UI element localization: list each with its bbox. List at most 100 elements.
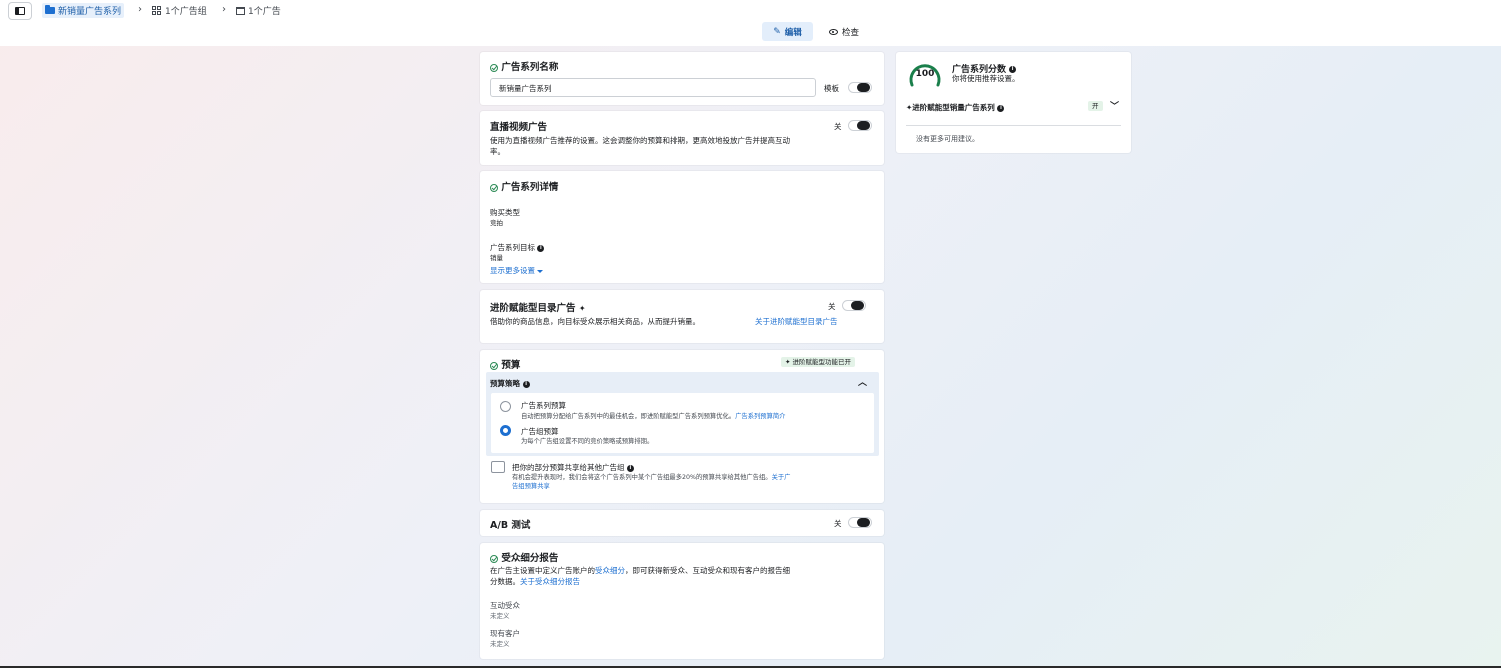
eye-icon bbox=[828, 28, 838, 35]
check-circle-icon bbox=[490, 63, 498, 72]
budget-card: 预算 ✦ 进阶赋能型功能已开 预算策略 i ︿ 广告系列预算 自动把预算分配给广… bbox=[480, 350, 884, 503]
audience-segment-heading: 受众细分报告 bbox=[490, 550, 558, 564]
advantage-catalog-heading: 进阶赋能型目录广告 ✦ bbox=[490, 300, 586, 314]
top-bar: 新销量广告系列 › 1个广告组 › 1个广告 ✎ 编辑 检查 bbox=[0, 0, 1501, 46]
share-budget-title: 把你的部分预算共享给其他广告组 bbox=[512, 463, 625, 472]
sidebar-toggle-button[interactable] bbox=[8, 2, 32, 20]
no-more-suggestions: 没有更多可用建议。 bbox=[916, 135, 979, 143]
live-video-description-line2: 率。 bbox=[490, 147, 505, 156]
template-toggle[interactable] bbox=[848, 82, 872, 93]
campaign-details-heading: 广告系列详情 bbox=[490, 179, 558, 193]
campaign-name-title: 广告系列名称 bbox=[501, 62, 559, 73]
chevron-right-icon: › bbox=[138, 4, 142, 15]
advantage-catalog-title: 进阶赋能型目录广告 bbox=[490, 303, 576, 314]
share-budget-checkbox[interactable] bbox=[491, 461, 505, 473]
campaign-budget-radio[interactable] bbox=[500, 401, 511, 412]
campaign-score-card: 100 广告系列分数 i 你将使用推荐设置。 ✦进阶赋能型销量广告系列 i 开 … bbox=[896, 52, 1131, 153]
share-budget-link-part2[interactable]: 告组预算共享 bbox=[512, 481, 550, 490]
score-subtitle: 你将使用推荐设置。 bbox=[952, 74, 1020, 83]
breadcrumb-adsets[interactable]: 1个广告组 bbox=[152, 3, 207, 18]
advantage-catalog-link[interactable]: 关于进阶赋能型目录广告 bbox=[755, 316, 838, 327]
breadcrumb-ads[interactable]: 1个广告 bbox=[236, 3, 281, 18]
share-budget-description: 有机会提升表现时，我们会将这个广告系列中某个广告组最多20%的预算共享给其他广告… bbox=[512, 472, 790, 481]
live-video-card: 直播视频广告 关 使用为直播视频广告推荐的设置。这会调整你的预算和排期，更高效地… bbox=[480, 111, 884, 165]
info-icon: i bbox=[997, 104, 1005, 112]
pencil-icon: ✎ bbox=[773, 26, 781, 37]
ab-test-card: A/B 测试 关 bbox=[480, 510, 884, 536]
existing-customers-value: 未定义 bbox=[490, 640, 510, 648]
budget-strategy-label: 预算策略 bbox=[490, 379, 520, 388]
ab-test-title: A/B 测试 bbox=[490, 520, 531, 531]
sparkle-icon: ✦ bbox=[578, 304, 586, 313]
share-budget-link-part1[interactable]: 关于广 bbox=[772, 474, 791, 481]
review-mode-label: 检查 bbox=[841, 27, 859, 38]
budget-strategy-panel: 预算策略 i ︿ 广告系列预算 自动把预算分配给广告系列中的最佳机会，即进阶赋能… bbox=[486, 372, 879, 456]
campaign-budget-title: 广告系列预算 bbox=[521, 401, 566, 410]
audience-desc-text-1a: 在广告主设置中定义广告账户的 bbox=[490, 566, 595, 575]
adset-budget-radio[interactable] bbox=[500, 425, 511, 436]
budget-strategy-heading: 预算策略 i bbox=[490, 378, 530, 389]
buy-type-value: 竞拍 bbox=[490, 219, 503, 227]
edit-mode-button[interactable]: ✎ 编辑 bbox=[762, 22, 813, 41]
campaign-name-value: 新销量广告系列 bbox=[499, 84, 552, 93]
info-icon: i bbox=[626, 464, 634, 472]
campaign-details-title: 广告系列详情 bbox=[501, 182, 559, 193]
audience-segment-title: 受众细分报告 bbox=[501, 553, 559, 564]
chevron-right-icon: › bbox=[222, 4, 226, 15]
info-icon: i bbox=[1009, 66, 1017, 73]
advantage-status-badge: 开 bbox=[1088, 101, 1103, 111]
campaign-name-heading: 广告系列名称 bbox=[490, 59, 558, 73]
live-video-description-line1: 使用为直播视频广告推荐的设置。这会调整你的预算和排期，更高效地投放广告并提高互动 bbox=[490, 136, 790, 145]
budget-title: 预算 bbox=[501, 360, 521, 371]
live-video-toggle[interactable] bbox=[848, 120, 872, 131]
audience-description-line2: 分数据。关于受众细分报告 bbox=[490, 576, 580, 587]
advantage-catalog-description: 借助你的商品信息，向目标受众展示相关商品，从而提升销量。 bbox=[490, 317, 700, 326]
campaign-budget-desc-text: 自动把预算分配给广告系列中的最佳机会，即进阶赋能型广告系列预算优化。 bbox=[521, 413, 736, 420]
budget-heading: 预算 bbox=[490, 357, 520, 371]
chevron-down-icon[interactable]: ﹀ bbox=[1110, 99, 1119, 112]
budget-options: 广告系列预算 自动把预算分配给广告系列中的最佳机会，即进阶赋能型广告系列预算优化… bbox=[491, 393, 874, 453]
edit-mode-label: 编辑 bbox=[784, 27, 802, 38]
advantage-sales-row[interactable]: ✦进阶赋能型销量广告系列 i bbox=[906, 102, 1005, 113]
check-circle-icon bbox=[490, 554, 498, 563]
breadcrumb-campaign-label: 新销量广告系列 bbox=[58, 7, 122, 17]
ab-test-toggle-label: 关 bbox=[834, 519, 842, 528]
info-icon: i bbox=[537, 244, 545, 252]
audience-report-link[interactable]: 关于受众细分报告 bbox=[520, 577, 580, 586]
campaign-name-input[interactable]: 新销量广告系列 bbox=[490, 78, 816, 97]
check-circle-icon bbox=[490, 361, 498, 370]
objective-label: 广告系列目标 bbox=[490, 243, 535, 252]
audience-description-line1: 在广告主设置中定义广告账户的受众细分，即可获得新受众、互动受众和现有客户的报告细 bbox=[490, 565, 790, 576]
template-label: 模板 bbox=[824, 84, 839, 93]
campaign-details-card: 广告系列详情 购买类型 竞拍 广告系列目标 i 销量 显示更多设置 bbox=[480, 171, 884, 283]
advantage-catalog-card: 进阶赋能型目录广告 ✦ 关 借助你的商品信息，向目标受众展示相关商品，从而提升销… bbox=[480, 290, 884, 343]
engaged-audience-value: 未定义 bbox=[490, 612, 510, 620]
chevron-up-icon[interactable]: ︿ bbox=[858, 375, 867, 388]
folder-icon bbox=[45, 5, 55, 14]
campaign-name-card: 广告系列名称 新销量广告系列 模板 bbox=[480, 52, 884, 105]
review-mode-button[interactable]: 检查 bbox=[822, 22, 866, 41]
score-value: 100 bbox=[915, 69, 935, 79]
audience-segment-card: 受众细分报告 在广告主设置中定义广告账户的受众细分，即可获得新受众、互动受众和现… bbox=[480, 543, 884, 659]
share-budget-desc-text: 有机会提升表现时，我们会将这个广告系列中某个广告组最多20%的预算共享给其他广告… bbox=[512, 474, 772, 481]
caret-down-icon bbox=[537, 269, 543, 273]
audience-desc-text-2: 分数据。 bbox=[490, 577, 520, 586]
sparkle-icon: ✦ bbox=[785, 358, 791, 366]
advantage-badge-label: 进阶赋能型功能已开 bbox=[792, 358, 852, 366]
show-more-settings-link[interactable]: 显示更多设置 bbox=[490, 265, 543, 276]
advantage-catalog-toggle-label: 关 bbox=[828, 302, 836, 311]
live-video-title: 直播视频广告 bbox=[490, 122, 548, 133]
ab-test-toggle[interactable] bbox=[848, 517, 872, 528]
audience-desc-text-1b: ，即可获得新受众、互动受众和现有客户的报告细 bbox=[625, 566, 790, 575]
live-video-toggle-label: 关 bbox=[834, 122, 842, 131]
ad-icon bbox=[236, 6, 245, 15]
adsets-grid-icon bbox=[152, 6, 162, 15]
objective-value: 销量 bbox=[490, 254, 503, 262]
divider bbox=[906, 125, 1121, 126]
breadcrumb-campaign[interactable]: 新销量广告系列 bbox=[42, 3, 125, 18]
sidebar-icon bbox=[15, 7, 25, 15]
breadcrumb-ads-label: 1个广告 bbox=[248, 7, 281, 17]
advantage-catalog-toggle[interactable] bbox=[842, 300, 866, 311]
campaign-budget-link[interactable]: 广告系列预算简介 bbox=[735, 413, 785, 420]
audience-segments-link[interactable]: 受众细分 bbox=[595, 566, 625, 575]
